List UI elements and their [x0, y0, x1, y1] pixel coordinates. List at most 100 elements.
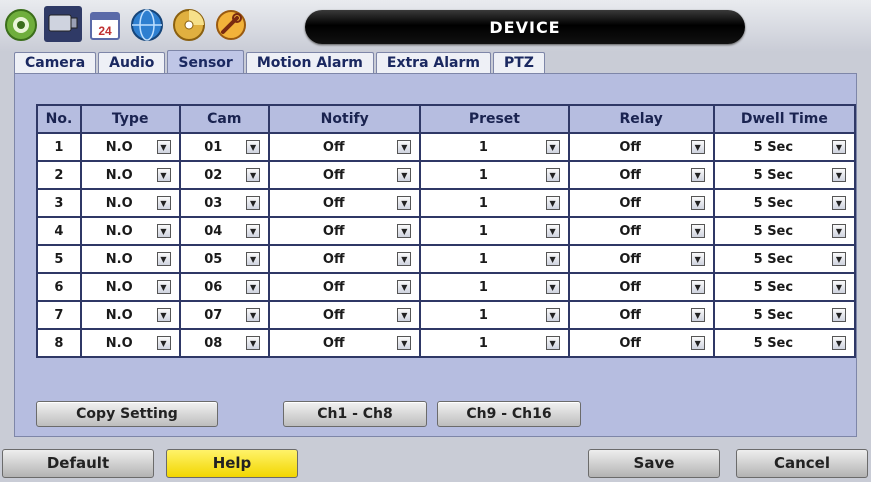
- dropdown-arrow-icon[interactable]: ▼: [397, 336, 412, 350]
- type-select[interactable]: N.O ▼: [79, 244, 181, 274]
- dropdown-arrow-icon[interactable]: ▼: [690, 168, 705, 182]
- tab-extra-alarm[interactable]: Extra Alarm: [375, 52, 491, 74]
- dropdown-arrow-icon[interactable]: ▼: [545, 140, 560, 154]
- dropdown-arrow-icon[interactable]: ▼: [156, 196, 171, 210]
- cam-select[interactable]: 07 ▼: [178, 300, 271, 330]
- globe-icon[interactable]: [128, 6, 166, 44]
- dwell-time-select[interactable]: 5 Sec ▼: [712, 244, 857, 274]
- tab-audio[interactable]: Audio: [98, 52, 166, 74]
- dwell-time-select[interactable]: 5 Sec ▼: [712, 132, 857, 162]
- preset-select[interactable]: 1 ▼: [419, 300, 570, 330]
- ch9-ch16-button[interactable]: Ch9 - Ch16: [437, 401, 581, 427]
- dropdown-arrow-icon[interactable]: ▼: [690, 308, 705, 322]
- dropdown-arrow-icon[interactable]: ▼: [832, 224, 846, 238]
- relay-select[interactable]: Off ▼: [567, 132, 715, 162]
- type-select[interactable]: N.O ▼: [79, 300, 181, 330]
- help-button[interactable]: Help: [166, 449, 298, 478]
- dropdown-arrow-icon[interactable]: ▼: [397, 280, 412, 294]
- dropdown-arrow-icon[interactable]: ▼: [690, 140, 705, 154]
- monitor-icon[interactable]: [44, 6, 82, 42]
- cam-select[interactable]: 05 ▼: [178, 244, 271, 274]
- preset-select[interactable]: 1 ▼: [419, 216, 570, 246]
- dwell-time-select[interactable]: 5 Sec ▼: [712, 216, 857, 246]
- dropdown-arrow-icon[interactable]: ▼: [246, 224, 261, 238]
- disc-icon[interactable]: [170, 6, 208, 44]
- relay-select[interactable]: Off ▼: [567, 188, 715, 218]
- dropdown-arrow-icon[interactable]: ▼: [832, 252, 846, 266]
- cam-select[interactable]: 03 ▼: [178, 188, 271, 218]
- dwell-time-select[interactable]: 5 Sec ▼: [712, 188, 857, 218]
- dropdown-arrow-icon[interactable]: ▼: [832, 168, 846, 182]
- calendar-icon[interactable]: 24: [86, 6, 124, 44]
- dropdown-arrow-icon[interactable]: ▼: [246, 140, 261, 154]
- relay-select[interactable]: Off ▼: [567, 160, 715, 190]
- preset-select[interactable]: 1 ▼: [419, 188, 570, 218]
- tab-ptz[interactable]: PTZ: [492, 52, 545, 74]
- notify-select[interactable]: Off ▼: [268, 328, 422, 358]
- type-select[interactable]: N.O ▼: [79, 328, 181, 358]
- type-select[interactable]: N.O ▼: [79, 272, 181, 302]
- cam-select[interactable]: 04 ▼: [178, 216, 271, 246]
- notify-select[interactable]: Off ▼: [268, 300, 422, 330]
- dropdown-arrow-icon[interactable]: ▼: [246, 196, 261, 210]
- relay-select[interactable]: Off ▼: [567, 216, 715, 246]
- cancel-button[interactable]: Cancel: [736, 449, 868, 478]
- dropdown-arrow-icon[interactable]: ▼: [397, 252, 412, 266]
- dropdown-arrow-icon[interactable]: ▼: [397, 168, 412, 182]
- save-button[interactable]: Save: [588, 449, 720, 478]
- dropdown-arrow-icon[interactable]: ▼: [156, 224, 171, 238]
- notify-select[interactable]: Off ▼: [268, 132, 422, 162]
- type-select[interactable]: N.O ▼: [79, 216, 181, 246]
- dropdown-arrow-icon[interactable]: ▼: [832, 280, 846, 294]
- type-select[interactable]: N.O ▼: [79, 132, 181, 162]
- tools-icon[interactable]: [212, 6, 250, 44]
- cam-select[interactable]: 06 ▼: [178, 272, 271, 302]
- dropdown-arrow-icon[interactable]: ▼: [690, 224, 705, 238]
- tab-sensor[interactable]: Sensor: [167, 50, 244, 74]
- preset-select[interactable]: 1 ▼: [419, 328, 570, 358]
- default-button[interactable]: Default: [2, 449, 154, 478]
- notify-select[interactable]: Off ▼: [268, 244, 422, 274]
- dropdown-arrow-icon[interactable]: ▼: [156, 140, 171, 154]
- dropdown-arrow-icon[interactable]: ▼: [545, 168, 560, 182]
- ch1-ch8-button[interactable]: Ch1 - Ch8: [283, 401, 427, 427]
- relay-select[interactable]: Off ▼: [567, 244, 715, 274]
- dropdown-arrow-icon[interactable]: ▼: [690, 252, 705, 266]
- dropdown-arrow-icon[interactable]: ▼: [545, 252, 560, 266]
- dropdown-arrow-icon[interactable]: ▼: [832, 308, 846, 322]
- cam-select[interactable]: 08 ▼: [178, 328, 271, 358]
- dwell-time-select[interactable]: 5 Sec ▼: [712, 300, 857, 330]
- dropdown-arrow-icon[interactable]: ▼: [832, 140, 846, 154]
- dropdown-arrow-icon[interactable]: ▼: [246, 308, 261, 322]
- dropdown-arrow-icon[interactable]: ▼: [832, 336, 846, 350]
- preset-select[interactable]: 1 ▼: [419, 272, 570, 302]
- dropdown-arrow-icon[interactable]: ▼: [690, 280, 705, 294]
- dropdown-arrow-icon[interactable]: ▼: [397, 224, 412, 238]
- dropdown-arrow-icon[interactable]: ▼: [690, 336, 705, 350]
- notify-select[interactable]: Off ▼: [268, 272, 422, 302]
- notify-select[interactable]: Off ▼: [268, 160, 422, 190]
- type-select[interactable]: N.O ▼: [79, 160, 181, 190]
- notify-select[interactable]: Off ▼: [268, 216, 422, 246]
- dropdown-arrow-icon[interactable]: ▼: [397, 308, 412, 322]
- dropdown-arrow-icon[interactable]: ▼: [545, 336, 560, 350]
- dropdown-arrow-icon[interactable]: ▼: [246, 252, 261, 266]
- relay-select[interactable]: Off ▼: [567, 328, 715, 358]
- type-select[interactable]: N.O ▼: [79, 188, 181, 218]
- dropdown-arrow-icon[interactable]: ▼: [690, 196, 705, 210]
- dropdown-arrow-icon[interactable]: ▼: [156, 168, 171, 182]
- dwell-time-select[interactable]: 5 Sec ▼: [712, 160, 857, 190]
- dropdown-arrow-icon[interactable]: ▼: [397, 140, 412, 154]
- dropdown-arrow-icon[interactable]: ▼: [832, 196, 846, 210]
- relay-select[interactable]: Off ▼: [567, 300, 715, 330]
- tab-motion-alarm[interactable]: Motion Alarm: [245, 52, 374, 74]
- notify-select[interactable]: Off ▼: [268, 188, 422, 218]
- tab-camera[interactable]: Camera: [14, 52, 97, 74]
- copy-setting-button[interactable]: Copy Setting: [36, 401, 218, 427]
- dropdown-arrow-icon[interactable]: ▼: [545, 224, 560, 238]
- dropdown-arrow-icon[interactable]: ▼: [156, 336, 171, 350]
- preset-select[interactable]: 1 ▼: [419, 160, 570, 190]
- dwell-time-select[interactable]: 5 Sec ▼: [712, 328, 857, 358]
- dropdown-arrow-icon[interactable]: ▼: [156, 252, 171, 266]
- cam-select[interactable]: 01 ▼: [178, 132, 271, 162]
